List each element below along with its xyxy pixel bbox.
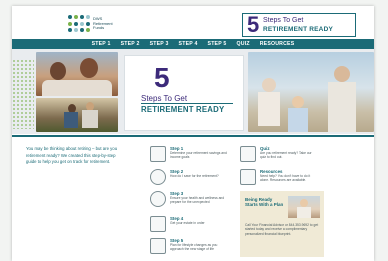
hero-banner: 5 Steps To Get RETIREMENT READY bbox=[12, 49, 374, 134]
nav-step-3[interactable]: STEP 3 bbox=[150, 41, 169, 47]
hero-photo-beach bbox=[36, 98, 118, 132]
nav-step-4[interactable]: STEP 4 bbox=[179, 41, 198, 47]
nav-step-1[interactable]: STEP 1 bbox=[92, 41, 111, 47]
step-4[interactable]: Step 4 Get your estate in order bbox=[150, 216, 236, 238]
promo-text: Call Your Financial Advisor or 844.353.9… bbox=[245, 223, 319, 236]
nav-quiz[interactable]: QUIZ bbox=[237, 41, 250, 47]
header-title-box: 5 Steps To Get RETIREMENT READY bbox=[242, 12, 356, 37]
brand-logo[interactable]: DWS Retirement Funds bbox=[68, 15, 113, 33]
step-desc: Get your estate in order bbox=[170, 221, 205, 225]
section-divider bbox=[12, 135, 374, 137]
resources-desc: Need help? You don't have to do it alone… bbox=[260, 174, 311, 183]
nav-resources[interactable]: RESOURCES bbox=[260, 41, 295, 47]
header-title-line1: Steps To Get bbox=[263, 17, 304, 24]
intro-text: You may be thinking about retiring – but… bbox=[26, 146, 118, 165]
hero-title-line1: Steps To Get bbox=[141, 94, 188, 103]
document-icon bbox=[150, 216, 166, 232]
hero-title-card: 5 Steps To Get RETIREMENT READY bbox=[124, 55, 244, 131]
step-1[interactable]: Step 1 Determine your retirement savings… bbox=[150, 146, 236, 168]
step-5[interactable]: Step 5 Plan for lifestyle changes as you… bbox=[150, 238, 236, 260]
header-title-number: 5 bbox=[247, 12, 260, 37]
logo-line: Funds bbox=[93, 25, 105, 31]
decorative-dots bbox=[12, 59, 34, 129]
quiz-desc: Are you retirement ready? Take our quiz … bbox=[260, 151, 312, 160]
quiz-item[interactable]: Quiz Are you retirement ready? Take our … bbox=[240, 146, 322, 168]
page: DWS Retirement Funds 5 Steps To Get RETI… bbox=[12, 6, 374, 261]
step-desc: Determine your retirement savings and in… bbox=[170, 151, 227, 160]
hero-title-rule bbox=[141, 103, 233, 104]
nav-step-2[interactable]: STEP 2 bbox=[121, 41, 140, 47]
hero-number: 5 bbox=[154, 62, 170, 93]
step-3[interactable]: Step 3 Ensure your health and wellness a… bbox=[150, 191, 236, 213]
house-icon bbox=[150, 238, 166, 254]
header-title-line2: RETIREMENT READY bbox=[263, 26, 334, 33]
calculator-icon bbox=[150, 146, 166, 162]
hero-photo-couple bbox=[36, 52, 118, 96]
step-desc: How do I save for the retirement? bbox=[170, 174, 219, 178]
promo-title: Being Ready Starts With a Plan bbox=[245, 197, 284, 207]
magnifier-icon bbox=[240, 169, 256, 185]
checklist-icon bbox=[240, 146, 256, 162]
resources-item[interactable]: Resources Need help? You don't have to d… bbox=[240, 169, 322, 191]
step-desc: Plan for lifestyle changes as you approa… bbox=[170, 243, 218, 252]
pie-chart-icon bbox=[150, 169, 166, 185]
nav-step-5[interactable]: STEP 5 bbox=[208, 41, 227, 47]
logo-text: DWS Retirement Funds bbox=[93, 16, 113, 31]
hero-title-line2: RETIREMENT READY bbox=[141, 105, 225, 114]
promo-photo bbox=[288, 196, 320, 218]
promo-box: Being Ready Starts With a Plan Call Your… bbox=[240, 191, 324, 257]
step-2[interactable]: Step 2 How do I save for the retirement? bbox=[150, 169, 236, 191]
hero-photo-family bbox=[248, 52, 374, 132]
main-nav: STEP 1 STEP 2 STEP 3 STEP 4 STEP 5 QUIZ … bbox=[12, 39, 374, 49]
logo-dots-icon bbox=[68, 15, 90, 33]
step-desc: Ensure your health and wellness and prep… bbox=[170, 196, 225, 205]
apple-icon bbox=[150, 191, 166, 207]
